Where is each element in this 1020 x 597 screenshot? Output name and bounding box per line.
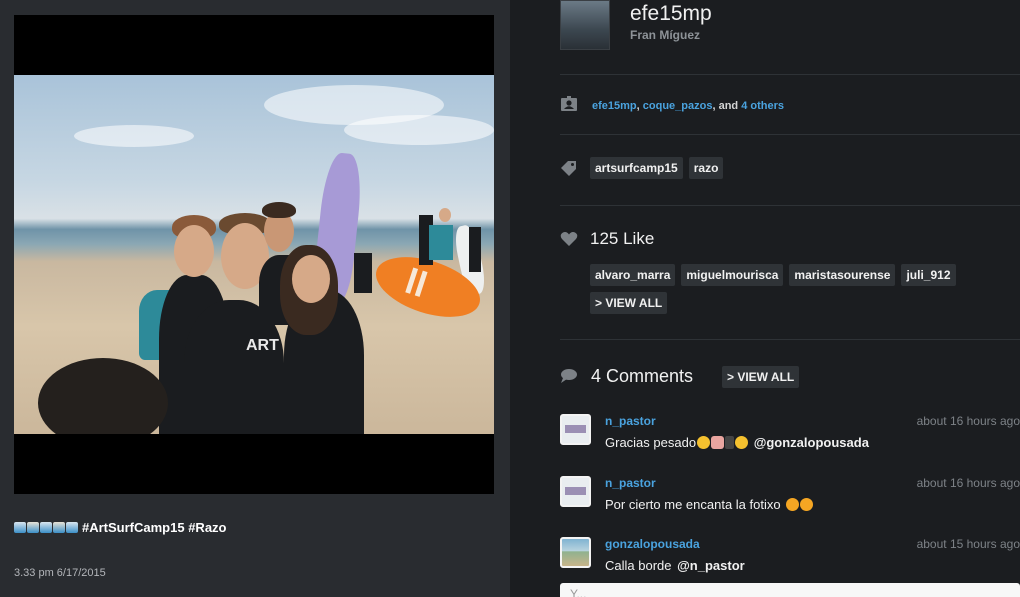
profile-full-name: Fran Míguez (630, 28, 701, 42)
comment-time: about 16 hours ago (916, 476, 1020, 490)
divider (560, 74, 1020, 75)
tagged-users-line: efe15mp, coque_pazos, and 4 others (592, 100, 784, 112)
unknown-glyph-icon (725, 436, 735, 449)
tag-icon (560, 160, 578, 176)
tag-list: artsurfcamp15 razo (590, 157, 724, 179)
comment-time: about 16 hours ago (916, 414, 1020, 428)
divider (560, 134, 1020, 135)
commenter-avatar[interactable] (560, 537, 591, 568)
heart-eyes-emoji-icon (786, 498, 800, 511)
tag-pill[interactable]: razo (688, 157, 724, 179)
tagged-user-link[interactable]: efe15mp (592, 100, 637, 112)
commenter-username[interactable]: n_pastor (605, 414, 656, 428)
commenter-avatar[interactable] (560, 476, 591, 507)
divider (560, 339, 1020, 340)
commenter-avatar[interactable] (560, 414, 591, 445)
comment-mention[interactable]: @n_pastor (677, 558, 745, 573)
comment-text: Por cierto me encanta la fotixo (605, 497, 814, 512)
comment-time: about 15 hours ago (916, 537, 1020, 551)
liker-pill[interactable]: miguelmourisca (681, 264, 784, 286)
photo-frame: ART (14, 15, 494, 494)
divider (560, 205, 1020, 206)
kiss-emoji-icon (735, 436, 749, 449)
likes-view-all-button[interactable]: > VIEW ALL (590, 292, 668, 314)
commenter-username[interactable]: n_pastor (605, 476, 656, 490)
post-caption: #ArtSurfCamp15 #Razo (14, 520, 227, 535)
post-photo[interactable]: ART (14, 75, 494, 434)
liker-pill[interactable]: juli_912 (901, 264, 956, 286)
liker-pill[interactable]: maristasourense (789, 264, 896, 286)
wave-emoji-icons (14, 522, 78, 533)
smile-emoji-icon (697, 436, 711, 449)
liker-pill[interactable]: alvaro_marra (590, 264, 676, 286)
info-panel: efe15mp Fran Míguez efe15mp, coque_pazos… (510, 0, 1020, 597)
comment-text: Gracias pesado @gonzalopousada (605, 435, 869, 450)
heart-eyes-emoji-icon (800, 498, 814, 511)
tagged-others-link[interactable]: 4 others (741, 100, 784, 112)
tagged-user-link[interactable]: coque_pazos (643, 100, 713, 112)
caption-hashtags[interactable]: #ArtSurfCamp15 #Razo (82, 520, 227, 535)
tag-pill[interactable]: artsurfcamp15 (590, 157, 683, 179)
heart-icon (560, 231, 578, 247)
person-emoji-icon (711, 436, 725, 449)
comments-count: 4 Comments (591, 366, 694, 386)
post-timestamp: 3.33 pm 6/17/2015 (14, 567, 106, 579)
speech-bubble-icon (560, 368, 578, 384)
comment-item: n_pastor about 16 hours ago Gracias pesa… (560, 414, 1020, 460)
comment-input[interactable]: Y... (560, 583, 1020, 597)
profile-username[interactable]: efe15mp (630, 2, 712, 26)
liker-list: alvaro_marra miguelmourisca maristasoure… (590, 264, 970, 314)
comment-text: Calla borde @n_pastor (605, 558, 745, 573)
commenter-username[interactable]: gonzalopousada (605, 537, 700, 551)
photo-panel: ART #ArtSurfCamp15 #Razo 3.33 pm 6/17/20… (0, 0, 510, 597)
person-tag-icon (560, 96, 578, 112)
profile-avatar[interactable] (560, 0, 610, 50)
comments-view-all-button[interactable]: > VIEW ALL (722, 366, 800, 388)
comment-mention[interactable]: @gonzalopousada (754, 435, 869, 450)
likes-count: 125 Like (590, 229, 655, 248)
comment-item: n_pastor about 16 hours ago Por cierto m… (560, 476, 1020, 522)
comment-item: gonzalopousada about 15 hours ago Calla … (560, 537, 1020, 583)
